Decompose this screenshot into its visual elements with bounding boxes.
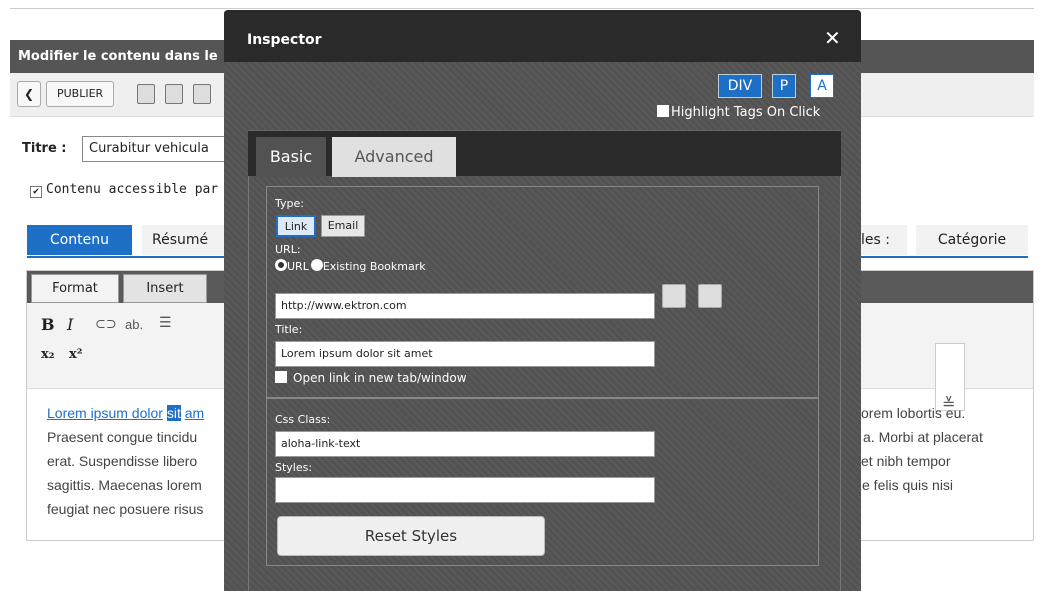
italic-button[interactable]: I [67,315,73,334]
unlink-icon[interactable] [698,284,722,308]
tag-p-button[interactable]: P [772,74,796,98]
superscript-button[interactable]: x² [69,347,82,362]
tab-modeles[interactable]: les : [855,225,907,255]
highlight-tags-label: Highlight Tags On Click [671,105,821,120]
save-icon[interactable] [193,84,211,104]
checkbox-checked-icon: ✔ [30,186,42,198]
tab-categorie[interactable]: Catégorie [916,225,1028,255]
url-input[interactable]: http://www.ektron.com [275,293,655,319]
text-line-5: feugiat nec posuere risus [47,501,204,517]
css-class-input[interactable]: aloha-link-text [275,431,655,457]
link-text[interactable]: Lorem ipsum dolor [47,405,163,421]
abbr-button[interactable]: ab. [125,317,143,332]
inspector-dialog: Inspector ✕ DIV P A Highlight Tags On Cl… [224,10,861,591]
radio-url-label: URL [287,260,309,273]
styles-label: Styles: [275,461,313,474]
bold-button[interactable]: B [41,315,55,334]
type-link-button[interactable]: Link [276,215,316,237]
tab-basic[interactable]: Basic [256,137,326,177]
text-line-1-right: orem lobortis eu. [861,405,966,421]
link-settings-box: Type: Link Email URL: URL Existing Bookma… [266,186,819,398]
tab-contenu[interactable]: Contenu [27,225,132,255]
selected-text: sit [166,405,181,421]
tag-div-button[interactable]: DIV [718,74,762,98]
basic-panel: Type: Link Email URL: URL Existing Bookma… [248,176,841,591]
title-input[interactable]: Curabitur vehicula [82,136,242,162]
tab-format[interactable]: Format [31,274,119,303]
screen: Modifier le contenu dans le ❮ PUBLIER Ti… [0,0,1044,591]
radio-bookmark-label: Existing Bookmark [322,260,426,273]
inspector-title: Inspector [247,32,322,48]
back-button[interactable]: ❮ [17,81,41,107]
reset-styles-button[interactable]: Reset Styles [277,516,545,556]
divider [10,8,1034,9]
new-tab-label: Open link in new tab/window [293,371,467,385]
tab-insert[interactable]: Insert [123,274,207,303]
text-line-3: erat. Suspendisse libero [47,453,198,469]
inspector-tabs: Basic Advanced [248,130,841,177]
text-line-2: Praesent congue tincidu [47,429,198,445]
highlight-tags-checkbox[interactable]: Highlight Tags On Click [657,105,820,120]
inspector-header: Inspector ✕ [224,10,861,62]
text-line-4-right: e felis quis nisi [862,477,954,493]
close-icon[interactable]: ✕ [824,26,841,50]
accessible-checkbox[interactable]: ✔ Contenu accessible par [30,182,218,198]
checkbox-icon [275,371,287,383]
radio-bookmark[interactable] [310,259,323,271]
text-line-3-right: et nibh tempor [861,453,951,469]
type-email-button[interactable]: Email [321,215,365,237]
copy-icon[interactable] [137,84,155,104]
subscript-button[interactable]: x₂ [41,347,54,362]
title-label: Titre : [22,141,67,156]
css-class-label: Css Class: [275,413,331,426]
type-label: Type: [275,197,304,210]
editor-window-title: Modifier le contenu dans le [18,49,218,64]
tag-a-button[interactable]: A [810,74,834,98]
document-arrow-icon[interactable] [165,84,183,104]
link-text-rest: am [184,405,205,421]
list-icon[interactable]: ☰ [159,315,172,331]
link-icon[interactable]: ⊂⊃ [95,317,117,332]
styles-input[interactable] [275,477,655,503]
bookmark-icon[interactable] [662,284,686,308]
tab-advanced[interactable]: Advanced [332,137,456,177]
url-radio-group: URL Existing Bookmark [275,259,426,273]
text-line-1: Lorem ipsum dolor sit am [47,401,204,425]
title-field-label: Title: [275,323,303,336]
publish-button[interactable]: PUBLIER [46,81,115,107]
radio-url[interactable] [275,259,287,271]
checkbox-icon [657,105,669,117]
new-tab-checkbox[interactable]: Open link in new tab/window [275,371,467,385]
style-settings-box: Css Class: aloha-link-text Styles: Reset… [266,398,819,566]
text-line-2-right: a. Morbi at placerat [863,429,983,445]
accessible-label: Contenu accessible par [46,182,219,197]
text-line-4: sagittis. Maecenas lorem [47,477,202,493]
url-label: URL: [275,243,301,256]
link-title-input[interactable]: Lorem ipsum dolor sit amet [275,341,655,367]
